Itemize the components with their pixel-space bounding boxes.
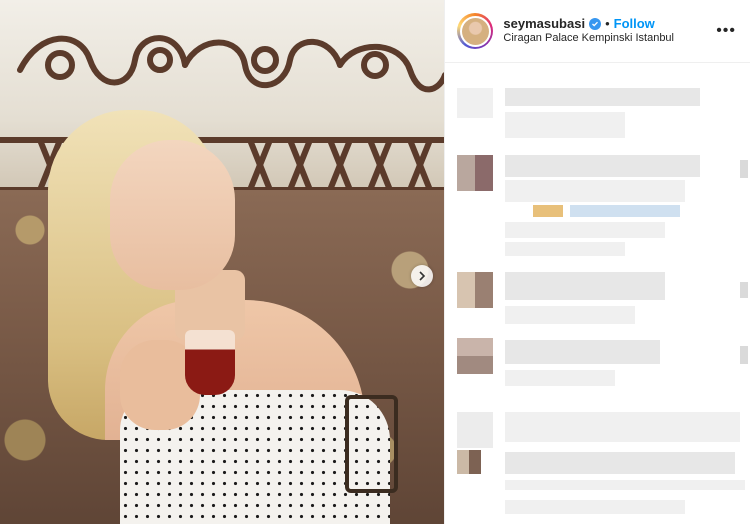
commenter-avatar (457, 450, 482, 474)
next-photo-button[interactable] (411, 265, 433, 287)
chevron-right-icon (419, 271, 426, 281)
follow-button[interactable]: Follow (614, 16, 655, 31)
username-link[interactable]: seymasubasi (503, 16, 585, 31)
post-photo[interactable] (0, 0, 445, 524)
more-options-icon[interactable]: ••• (714, 22, 738, 40)
post-header: seymasubasi • Follow Ciragan Palace Kemp… (445, 0, 750, 63)
commenter-avatar (457, 338, 494, 374)
commenter-avatar (457, 272, 494, 308)
instagram-post: seymasubasi • Follow Ciragan Palace Kemp… (0, 0, 750, 524)
post-sidebar: seymasubasi • Follow Ciragan Palace Kemp… (444, 0, 750, 524)
separator-dot: • (605, 16, 610, 31)
avatar[interactable] (457, 13, 494, 49)
chair-frame (345, 395, 398, 493)
commenter-avatar (457, 155, 494, 191)
location-link[interactable]: Ciragan Palace Kempinski Istanbul (503, 31, 714, 46)
face (110, 140, 235, 290)
verified-badge-icon (589, 17, 602, 30)
tea-glass (185, 330, 235, 395)
